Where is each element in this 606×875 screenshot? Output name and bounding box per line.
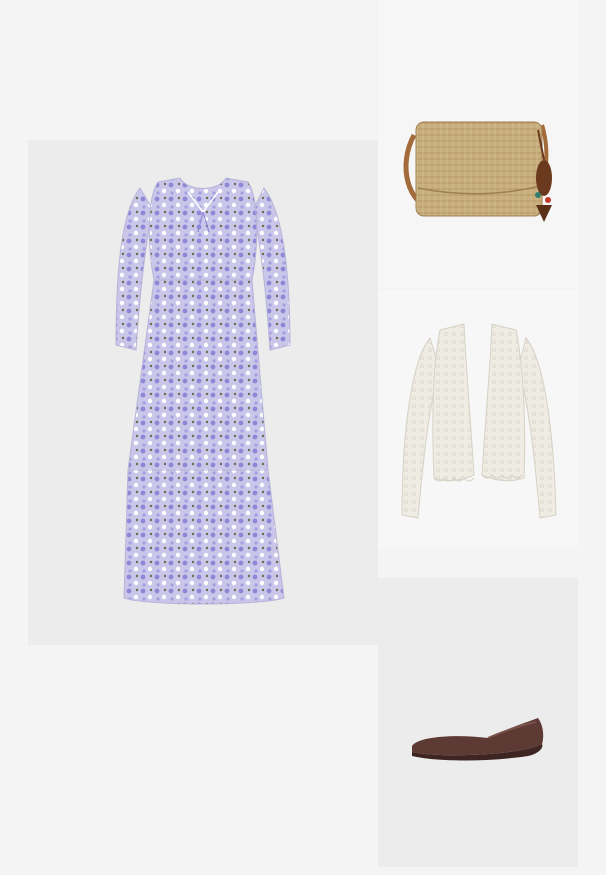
shoe-product-tile[interactable] <box>378 578 578 867</box>
dress-product-tile[interactable] <box>28 140 378 645</box>
crochet-cardigan-image <box>401 323 557 519</box>
ballet-flat-image <box>412 718 544 761</box>
cardigan-product-tile[interactable] <box>378 290 578 548</box>
bag-product-tile[interactable] <box>378 0 578 288</box>
straw-crossbody-bag-image <box>403 121 552 222</box>
floral-midi-dress-image <box>115 177 291 605</box>
